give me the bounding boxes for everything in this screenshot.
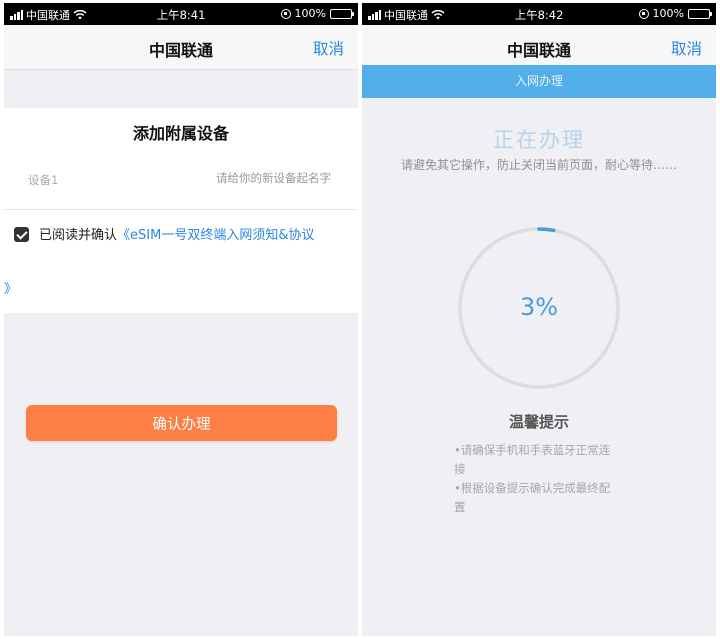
processing-title: 正在办理 [493, 128, 585, 152]
nav-bar: 中国联通 取消 [4, 25, 358, 70]
processing-subtitle: 请避免其它操作，防止关闭当前页面，耐心等待…… [400, 158, 677, 172]
battery-percent: 100% [652, 7, 684, 20]
status-bar: 中国联通 上午8:42 100% [362, 3, 716, 25]
agreement-row: 已阅读并确认《eSIM一号双终端入网须知&协议 [14, 226, 348, 245]
battery-percent: 100% [294, 7, 326, 20]
agreement-link-tail[interactable]: 》 [4, 278, 17, 297]
cancel-button[interactable]: 取消 [313, 37, 344, 59]
add-device-screen: 中国联通 上午8:41 100% 中国联通 取消 添加附属设备 设备1 已阅读并… [4, 3, 358, 636]
divider [4, 209, 358, 210]
card-title: 添加附属设备 [132, 124, 229, 143]
tip-item: •根据设备提示确认完成最终配置 [454, 481, 611, 514]
battery-icon [330, 8, 354, 19]
nav-bar: 中国联通 取消 [362, 25, 716, 70]
device-label: 设备1 [28, 173, 59, 187]
agreement-text: 已阅读并确认 [39, 228, 118, 243]
tips-list: •请确保手机和手表蓝牙正常连接 •根据设备提示确认完成最终配置 [454, 441, 614, 517]
battery-icon [688, 8, 712, 19]
rotation-lock-icon [638, 8, 649, 19]
confirm-button[interactable]: 确认办理 [26, 405, 337, 441]
nav-title: 中国联通 [506, 41, 571, 60]
add-device-card: 添加附属设备 设备1 已阅读并确认《eSIM一号双终端入网须知&协议 》 [4, 108, 358, 313]
processing-screen: 中国联通 上午8:42 100% 中国联通 取消 入网办理 正在办理 请避免其它… [362, 3, 716, 636]
tips-title: 温馨提示 [508, 413, 569, 431]
rotation-lock-icon [280, 8, 291, 19]
agreement-checkbox[interactable] [14, 227, 29, 242]
cancel-button[interactable]: 取消 [671, 37, 702, 59]
status-bar: 中国联通 上午8:41 100% [4, 3, 358, 25]
device-name-input[interactable] [154, 166, 331, 190]
agreement-link[interactable]: 《eSIM一号双终端入网须知&协议 [117, 228, 314, 243]
process-banner: 入网办理 [362, 65, 716, 98]
progress-percent: 3% [519, 293, 559, 321]
nav-title: 中国联通 [148, 41, 213, 60]
tip-item: •请确保手机和手表蓝牙正常连接 [454, 443, 611, 476]
